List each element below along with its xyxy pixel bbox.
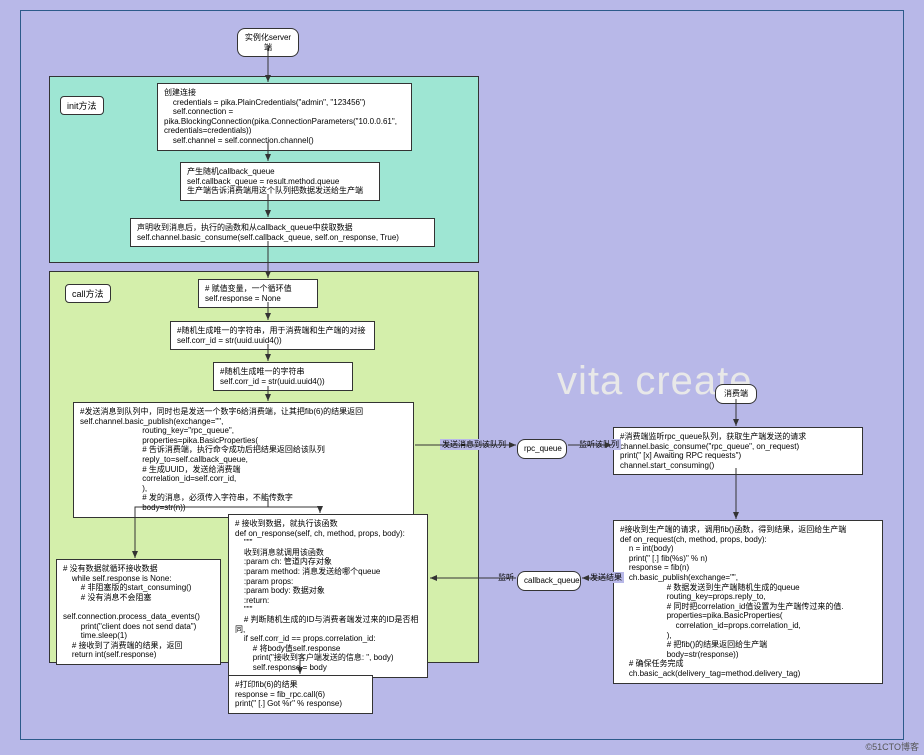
- node-corr-id-2: #随机生成唯一的字符串 self.corr_id = str(uuid.uuid…: [213, 362, 353, 391]
- node-basic-consume: 声明收到消息后，执行的函数和从callback_queue中获取数据 self.…: [130, 218, 435, 247]
- edge-label-listen1: 监听该队列: [577, 439, 621, 450]
- node-create-connection: 创建连接 credentials = pika.PlainCredentials…: [157, 83, 412, 151]
- node-on-response: # 接收到数据，就执行该函数 def on_response(self, ch,…: [228, 514, 428, 678]
- node-consumer-listen: #消费端监听rpc_queue队列，获取生产端发送的请求 channel.bas…: [613, 427, 863, 475]
- node-callback-queue-box: callback_queue: [517, 571, 581, 591]
- edge-label-listen2: 监听: [496, 572, 516, 583]
- node-basic-publish: #发送消息到队列中，同时也是发送一个数字6给消费端，让其把fib(6)的结果返回…: [73, 402, 414, 518]
- attribution-text: ©51CTO博客: [866, 740, 919, 753]
- group-call-title: call方法: [65, 284, 111, 303]
- node-wait-loop: # 没有数据就循环接收数据 while self.response is Non…: [56, 559, 221, 665]
- edge-label-send-result: 发送结果: [588, 572, 624, 583]
- node-corr-id-1: #随机生成唯一的字符串，用于消费端和生产端的对接 self.corr_id = …: [170, 321, 375, 350]
- node-callback-queue: 产生随机callback_queue self.callback_queue =…: [180, 162, 380, 201]
- node-instantiate-server: 实例化server端: [237, 28, 299, 57]
- node-response-none: # 赋值变量，一个循环值 self.response = None: [198, 279, 318, 308]
- node-print-result: #打印fib(6)的结果 response = fib_rpc.call(6) …: [228, 675, 373, 714]
- edge-label-send: 发送消息到该队列: [440, 439, 508, 450]
- group-init-title: init方法: [60, 96, 104, 115]
- node-consumer-title: 消费端: [715, 384, 757, 404]
- node-rpc-queue: rpc_queue: [517, 439, 567, 459]
- node-on-request: #接收到生产端的请求，调用fib()函数，得到结果，返回给生产端 def on_…: [613, 520, 883, 684]
